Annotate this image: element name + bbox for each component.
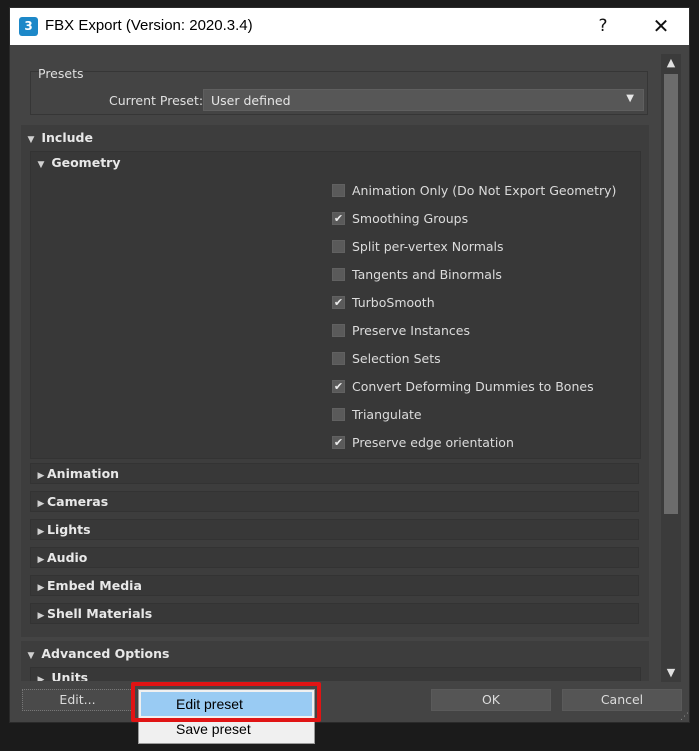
- presets-section: Presets Current Preset: User defined ▼: [20, 55, 650, 121]
- units-rollout: ▶ Units: [30, 667, 641, 681]
- presets-title: Presets: [38, 66, 84, 81]
- advanced-options-rollout: ▼ Advanced Options ▶ Units: [21, 641, 649, 681]
- checkbox-label: Split per-vertex Normals: [352, 239, 504, 254]
- checkbox[interactable]: ✔: [332, 380, 345, 393]
- edit-button[interactable]: Edit...: [22, 689, 133, 711]
- collapse-triangle-icon: ▼: [27, 651, 35, 661]
- help-button[interactable]: ?: [583, 11, 623, 41]
- rollout-header[interactable]: ▶ Cameras: [35, 491, 109, 513]
- rollout-label: Embed Media: [47, 578, 142, 593]
- cancel-button[interactable]: Cancel: [562, 689, 682, 711]
- checkbox-label: Selection Sets: [352, 351, 441, 366]
- fbx-export-dialog: 3 FBX Export (Version: 2020.3.4) ? ✕ Pre…: [9, 7, 690, 723]
- resize-grip-icon[interactable]: ⋰: [680, 712, 689, 722]
- rollout-cameras[interactable]: ▶ Cameras: [30, 491, 639, 512]
- expand-triangle-icon: ▶: [37, 471, 45, 481]
- expand-triangle-icon: ▶: [37, 555, 45, 565]
- checkbox-label: Animation Only (Do Not Export Geometry): [352, 183, 617, 198]
- advanced-options-header[interactable]: ▼ Advanced Options: [25, 643, 170, 665]
- units-rollout-header[interactable]: ▶ Units: [35, 667, 89, 681]
- rollout-label: Audio: [47, 550, 88, 565]
- rollout-header[interactable]: ▶ Embed Media: [35, 575, 142, 597]
- current-preset-value: User defined: [211, 93, 291, 108]
- checkbox-label: Triangulate: [352, 407, 422, 422]
- rollout-label: Animation: [47, 466, 120, 481]
- current-preset-label: Current Preset:: [109, 93, 204, 108]
- highlight-annotation-box: [131, 682, 321, 722]
- include-rollout-header[interactable]: ▼ Include: [25, 127, 93, 149]
- rollout-header[interactable]: ▶ Audio: [35, 547, 88, 569]
- geometry-rollout-header[interactable]: ▼ Geometry: [35, 152, 121, 174]
- expand-triangle-icon: ▶: [37, 499, 45, 509]
- ok-button[interactable]: OK: [431, 689, 551, 711]
- advanced-options-label: Advanced Options: [41, 646, 170, 661]
- checkbox-label: Preserve edge orientation: [352, 435, 514, 450]
- checkbox-label: TurboSmooth: [352, 295, 435, 310]
- rollout-lights[interactable]: ▶ Lights: [30, 519, 639, 540]
- collapse-triangle-icon: ▼: [37, 160, 45, 170]
- current-preset-dropdown[interactable]: User defined ▼: [203, 89, 644, 111]
- rollout-animation[interactable]: ▶ Animation: [30, 463, 639, 484]
- checkbox-label: Preserve Instances: [352, 323, 470, 338]
- settings-scroll-area: Presets Current Preset: User defined ▼ ▼…: [20, 55, 650, 681]
- checkbox[interactable]: [332, 268, 345, 281]
- checkbox[interactable]: [332, 352, 345, 365]
- checkbox[interactable]: [332, 240, 345, 253]
- title-bar: 3 FBX Export (Version: 2020.3.4) ? ✕: [10, 8, 689, 45]
- checkbox-label: Convert Deforming Dummies to Bones: [352, 379, 594, 394]
- scroll-up-arrow-icon[interactable]: ▲: [661, 54, 681, 72]
- vertical-scrollbar[interactable]: ▲ ▼: [661, 54, 681, 682]
- checkbox[interactable]: ✔: [332, 436, 345, 449]
- checkbox[interactable]: [332, 324, 345, 337]
- rollout-audio[interactable]: ▶ Audio: [30, 547, 639, 568]
- checkbox[interactable]: [332, 408, 345, 421]
- rollout-header[interactable]: ▶ Shell Materials: [35, 603, 153, 625]
- expand-triangle-icon: ▶: [37, 611, 45, 621]
- geometry-rollout: ▼ Geometry Animation Only (Do Not Export…: [30, 151, 641, 459]
- expand-triangle-icon: ▶: [37, 583, 45, 593]
- rollout-shell-materials[interactable]: ▶ Shell Materials: [30, 603, 639, 624]
- checkbox[interactable]: ✔: [332, 296, 345, 309]
- dropdown-arrow-icon: ▼: [626, 93, 634, 104]
- include-label: Include: [41, 130, 93, 145]
- checkbox-label: Tangents and Binormals: [352, 267, 502, 282]
- expand-triangle-icon: ▶: [37, 675, 45, 681]
- units-label: Units: [51, 670, 89, 681]
- rollout-header[interactable]: ▶ Lights: [35, 519, 91, 541]
- rollout-label: Shell Materials: [47, 606, 153, 621]
- scrollbar-thumb[interactable]: [664, 74, 678, 514]
- 3dsmax-app-icon: 3: [19, 17, 38, 36]
- include-rollout: ▼ Include ▼ Geometry Animation Only (Do …: [21, 125, 649, 637]
- rollout-label: Cameras: [47, 494, 109, 509]
- close-button[interactable]: ✕: [641, 11, 681, 41]
- rollout-label: Lights: [47, 522, 91, 537]
- window-title: FBX Export (Version: 2020.3.4): [45, 17, 253, 34]
- checkbox[interactable]: ✔: [332, 212, 345, 225]
- checkbox-label: Smoothing Groups: [352, 211, 469, 226]
- collapse-triangle-icon: ▼: [27, 135, 35, 145]
- rollout-header[interactable]: ▶ Animation: [35, 463, 120, 485]
- geometry-label: Geometry: [51, 155, 121, 170]
- rollout-embed-media[interactable]: ▶ Embed Media: [30, 575, 639, 596]
- expand-triangle-icon: ▶: [37, 527, 45, 537]
- checkbox[interactable]: [332, 184, 345, 197]
- scroll-down-arrow-icon[interactable]: ▼: [661, 664, 681, 682]
